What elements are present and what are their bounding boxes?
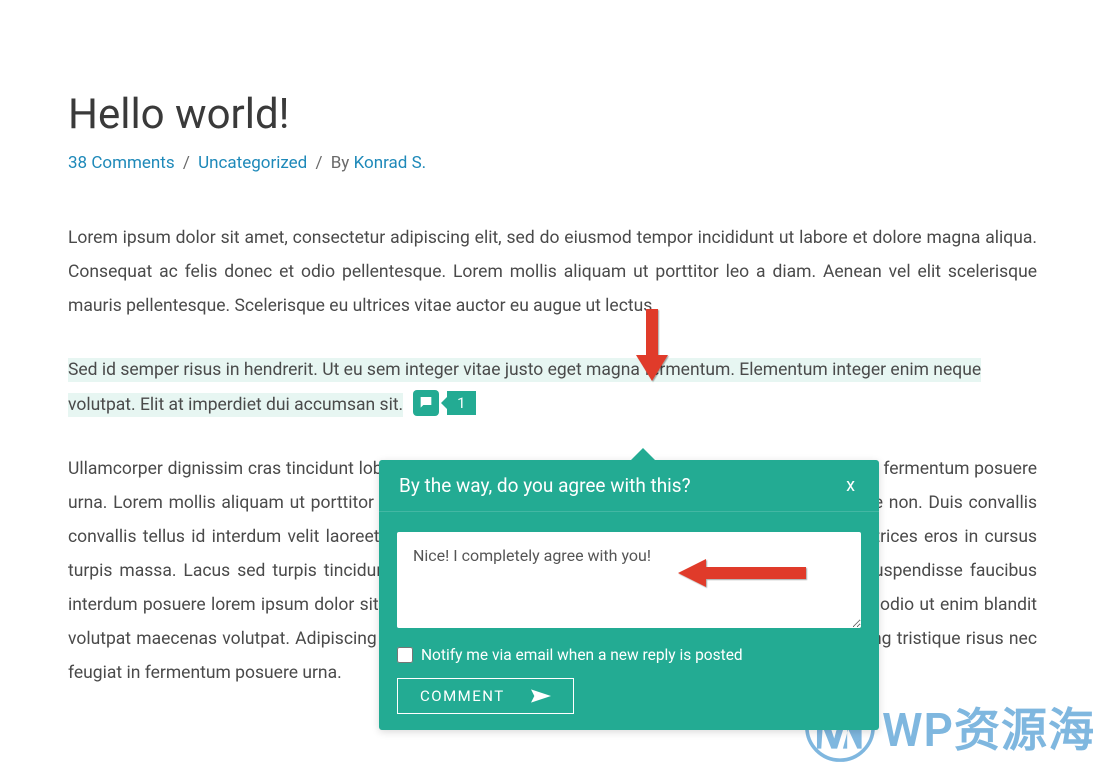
notify-row[interactable]: Notify me via email when a new reply is …: [397, 646, 861, 664]
chat-bubble-icon: [413, 390, 439, 416]
highlighted-paragraph-wrap: Sed id semper risus in hendrerit. Ut eu …: [68, 353, 1037, 421]
submit-label: COMMENT: [420, 687, 505, 705]
meta-separator: /: [315, 153, 326, 173]
post-meta: 38 Comments / Uncategorized / By Konrad …: [68, 153, 1037, 173]
page-title: Hello world!: [68, 90, 1037, 139]
meta-separator: /: [183, 153, 194, 173]
by-label: By: [331, 153, 350, 173]
author-link[interactable]: Konrad S.: [354, 153, 427, 173]
submit-comment-button[interactable]: COMMENT: [397, 678, 574, 714]
inline-comment-badge[interactable]: 1: [413, 390, 475, 416]
send-icon: [531, 689, 551, 703]
popup-body: Notify me via email when a new reply is …: [379, 512, 879, 730]
category-link[interactable]: Uncategorized: [198, 153, 307, 173]
notify-label: Notify me via email when a new reply is …: [421, 646, 743, 664]
body-paragraph: Lorem ipsum dolor sit amet, consectetur …: [68, 221, 1037, 323]
inline-comment-popup: By the way, do you agree with this? x No…: [379, 460, 879, 730]
popup-close-button[interactable]: x: [842, 475, 859, 496]
comment-textarea[interactable]: [397, 532, 861, 628]
comments-count-link[interactable]: 38 Comments: [68, 153, 175, 173]
highlighted-text[interactable]: Sed id semper risus in hendrerit. Ut eu …: [68, 358, 981, 416]
popup-header: By the way, do you agree with this? x: [379, 460, 879, 512]
popup-prompt: By the way, do you agree with this?: [399, 474, 691, 497]
notify-checkbox[interactable]: [397, 647, 413, 663]
inline-comment-count: 1: [447, 391, 475, 415]
watermark-text: WP资源海: [882, 694, 1095, 760]
